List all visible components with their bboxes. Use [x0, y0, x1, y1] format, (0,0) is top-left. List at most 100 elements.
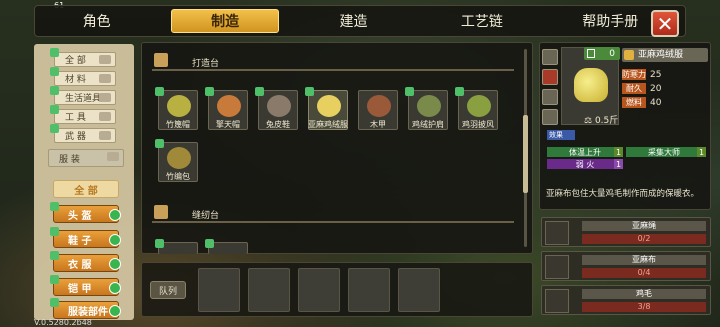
- tab-crafting[interactable]: 制造: [171, 9, 279, 33]
- life-items-icon: [99, 93, 111, 102]
- recipe-item[interactable]: [205, 239, 248, 254]
- bonus-level: 1: [614, 147, 623, 157]
- recipe-item[interactable]: [155, 239, 198, 254]
- recipe-item[interactable]: 兔皮鞋: [255, 87, 298, 130]
- hourglass-icon: [587, 49, 595, 58]
- close-button[interactable]: ✕: [651, 10, 679, 37]
- recipe-item[interactable]: 鸡绒护肩: [405, 87, 448, 130]
- check-icon: [109, 305, 121, 317]
- subcategory-shoes[interactable]: 鞋 子: [50, 227, 121, 248]
- sewing-station-icon: [154, 205, 168, 219]
- check-icon: [109, 234, 121, 246]
- bonus-weak-fire: 弱 火: [547, 159, 623, 169]
- queue-slot[interactable]: [348, 268, 390, 312]
- category-panel: 全 部 材 料 生活道具 工 具 武 器 服 装 全 部 头 盔 鞋 子 衣 服…: [34, 44, 134, 320]
- version-label: V.0.5280.2b48: [34, 318, 92, 327]
- subcategory-clothes[interactable]: 衣 服: [50, 251, 121, 272]
- new-badge: [50, 202, 59, 211]
- linen-down-coat-icon: [317, 95, 341, 117]
- close-icon: ✕: [656, 11, 674, 36]
- down-pauldron-icon: [417, 95, 441, 117]
- tab-building[interactable]: 建造: [300, 9, 407, 33]
- new-badge: [405, 87, 414, 96]
- new-badge: [50, 48, 59, 57]
- new-badge: [205, 87, 214, 96]
- tab-character[interactable]: 角色: [43, 9, 150, 33]
- item-detail-panel: 0 ⚖ 0.5斤 亚麻鸡绒服 防寒力 25 耐久 20 燃料 40 效果 体温上升 1…: [539, 42, 711, 210]
- new-badge: [50, 227, 59, 236]
- detail-tab-icon[interactable]: [542, 49, 558, 65]
- craft-queue: 队列: [141, 262, 533, 317]
- bamboo-bag-icon: [167, 147, 191, 169]
- item-description: 亚麻布包住大量鸡毛制作而成的保暖衣。: [546, 189, 700, 199]
- category-all-icon: [99, 55, 111, 64]
- subcategory-helmet[interactable]: 头 盔: [50, 202, 121, 223]
- material-row[interactable]: 亚麻绳 0/2: [541, 217, 711, 247]
- recipe-item[interactable]: 擎天帽: [205, 87, 248, 130]
- category-weapons[interactable]: 武 器: [50, 124, 116, 143]
- recipe-panel: 打造台 竹篾帽 擎天帽 兔皮鞋 亚麻鸡绒服 木甲 鸡绒护肩 鸡羽披风 竹编包 缝…: [141, 42, 533, 254]
- clothing-icon: [107, 152, 119, 161]
- recipe-item[interactable]: 竹篾帽: [155, 87, 198, 130]
- sky-hat-icon: [217, 95, 241, 117]
- category-all[interactable]: 全 部: [50, 48, 116, 67]
- bonus-body-temp: 体温上升: [547, 147, 623, 157]
- linen-down-coat-icon: [574, 68, 608, 102]
- stat-row: 防寒力 25: [622, 69, 662, 80]
- category-clothing[interactable]: 服 装: [48, 149, 124, 167]
- stat-row: 耐久 20: [622, 83, 672, 94]
- subcategory-all[interactable]: 全 部: [53, 180, 119, 198]
- feather-icon: [545, 289, 569, 313]
- tab-help-manual[interactable]: 帮助手册: [557, 9, 664, 33]
- new-badge: [50, 124, 59, 133]
- top-tab-bar: 角色 制造 建造 工艺链 帮助手册 ✕: [34, 5, 686, 37]
- no-target-icon[interactable]: [542, 69, 558, 85]
- tools-icon: [99, 112, 111, 121]
- queue-slot[interactable]: [198, 268, 240, 312]
- subcategory-armor[interactable]: 铠 甲: [50, 275, 121, 296]
- recipe-item[interactable]: 鸡羽披风: [455, 87, 498, 130]
- new-badge: [155, 239, 164, 248]
- recipe-item[interactable]: 竹编包: [155, 139, 198, 182]
- new-badge: [155, 87, 164, 96]
- recipe-item-selected[interactable]: 亚麻鸡绒服: [305, 87, 348, 130]
- subcategory-clothing-parts[interactable]: 服装部件: [50, 298, 121, 319]
- queue-slot[interactable]: [398, 268, 440, 312]
- owned-count: 0: [584, 47, 620, 60]
- wood-armor-icon: [367, 95, 391, 117]
- bonus-level: 1: [697, 147, 706, 157]
- station-header-sewing: 缝纫台: [152, 205, 514, 223]
- category-tools[interactable]: 工 具: [50, 105, 116, 124]
- linen-rope-icon: [545, 221, 569, 245]
- item-weight: ⚖ 0.5斤: [584, 116, 619, 126]
- queue-button[interactable]: 队列: [150, 281, 186, 299]
- new-badge: [305, 87, 314, 96]
- detail-tab-icon[interactable]: [542, 109, 558, 125]
- linen-cloth-icon: [545, 255, 569, 279]
- new-badge: [155, 139, 164, 148]
- category-materials[interactable]: 材 料: [50, 67, 116, 86]
- new-badge: [50, 105, 59, 114]
- item-name: 亚麻鸡绒服: [622, 48, 708, 62]
- bonus-level: 1: [614, 159, 623, 169]
- category-life-items[interactable]: 生活道具: [50, 86, 116, 105]
- rabbit-shoes-icon: [267, 95, 291, 117]
- tab-craft-chain[interactable]: 工艺链: [428, 9, 535, 33]
- material-row[interactable]: 鸡毛 3/8: [541, 285, 711, 315]
- new-badge: [50, 298, 59, 307]
- new-badge: [50, 251, 59, 260]
- effect-tag: 效果: [547, 130, 575, 140]
- stat-row: 燃料 40: [622, 97, 672, 108]
- queue-slot[interactable]: [298, 268, 340, 312]
- queue-slot[interactable]: [248, 268, 290, 312]
- feather-cape-icon: [467, 95, 491, 117]
- recipe-item[interactable]: 木甲: [358, 90, 398, 130]
- detail-tab-icon[interactable]: [542, 89, 558, 105]
- bamboo-hat-icon: [167, 95, 191, 117]
- new-badge: [455, 87, 464, 96]
- new-badge: [50, 67, 59, 76]
- new-badge: [205, 239, 214, 248]
- material-row[interactable]: 亚麻布 0/4: [541, 251, 711, 281]
- station-header-forge: 打造台: [152, 53, 514, 71]
- recipe-scrollbar-thumb[interactable]: [523, 115, 528, 193]
